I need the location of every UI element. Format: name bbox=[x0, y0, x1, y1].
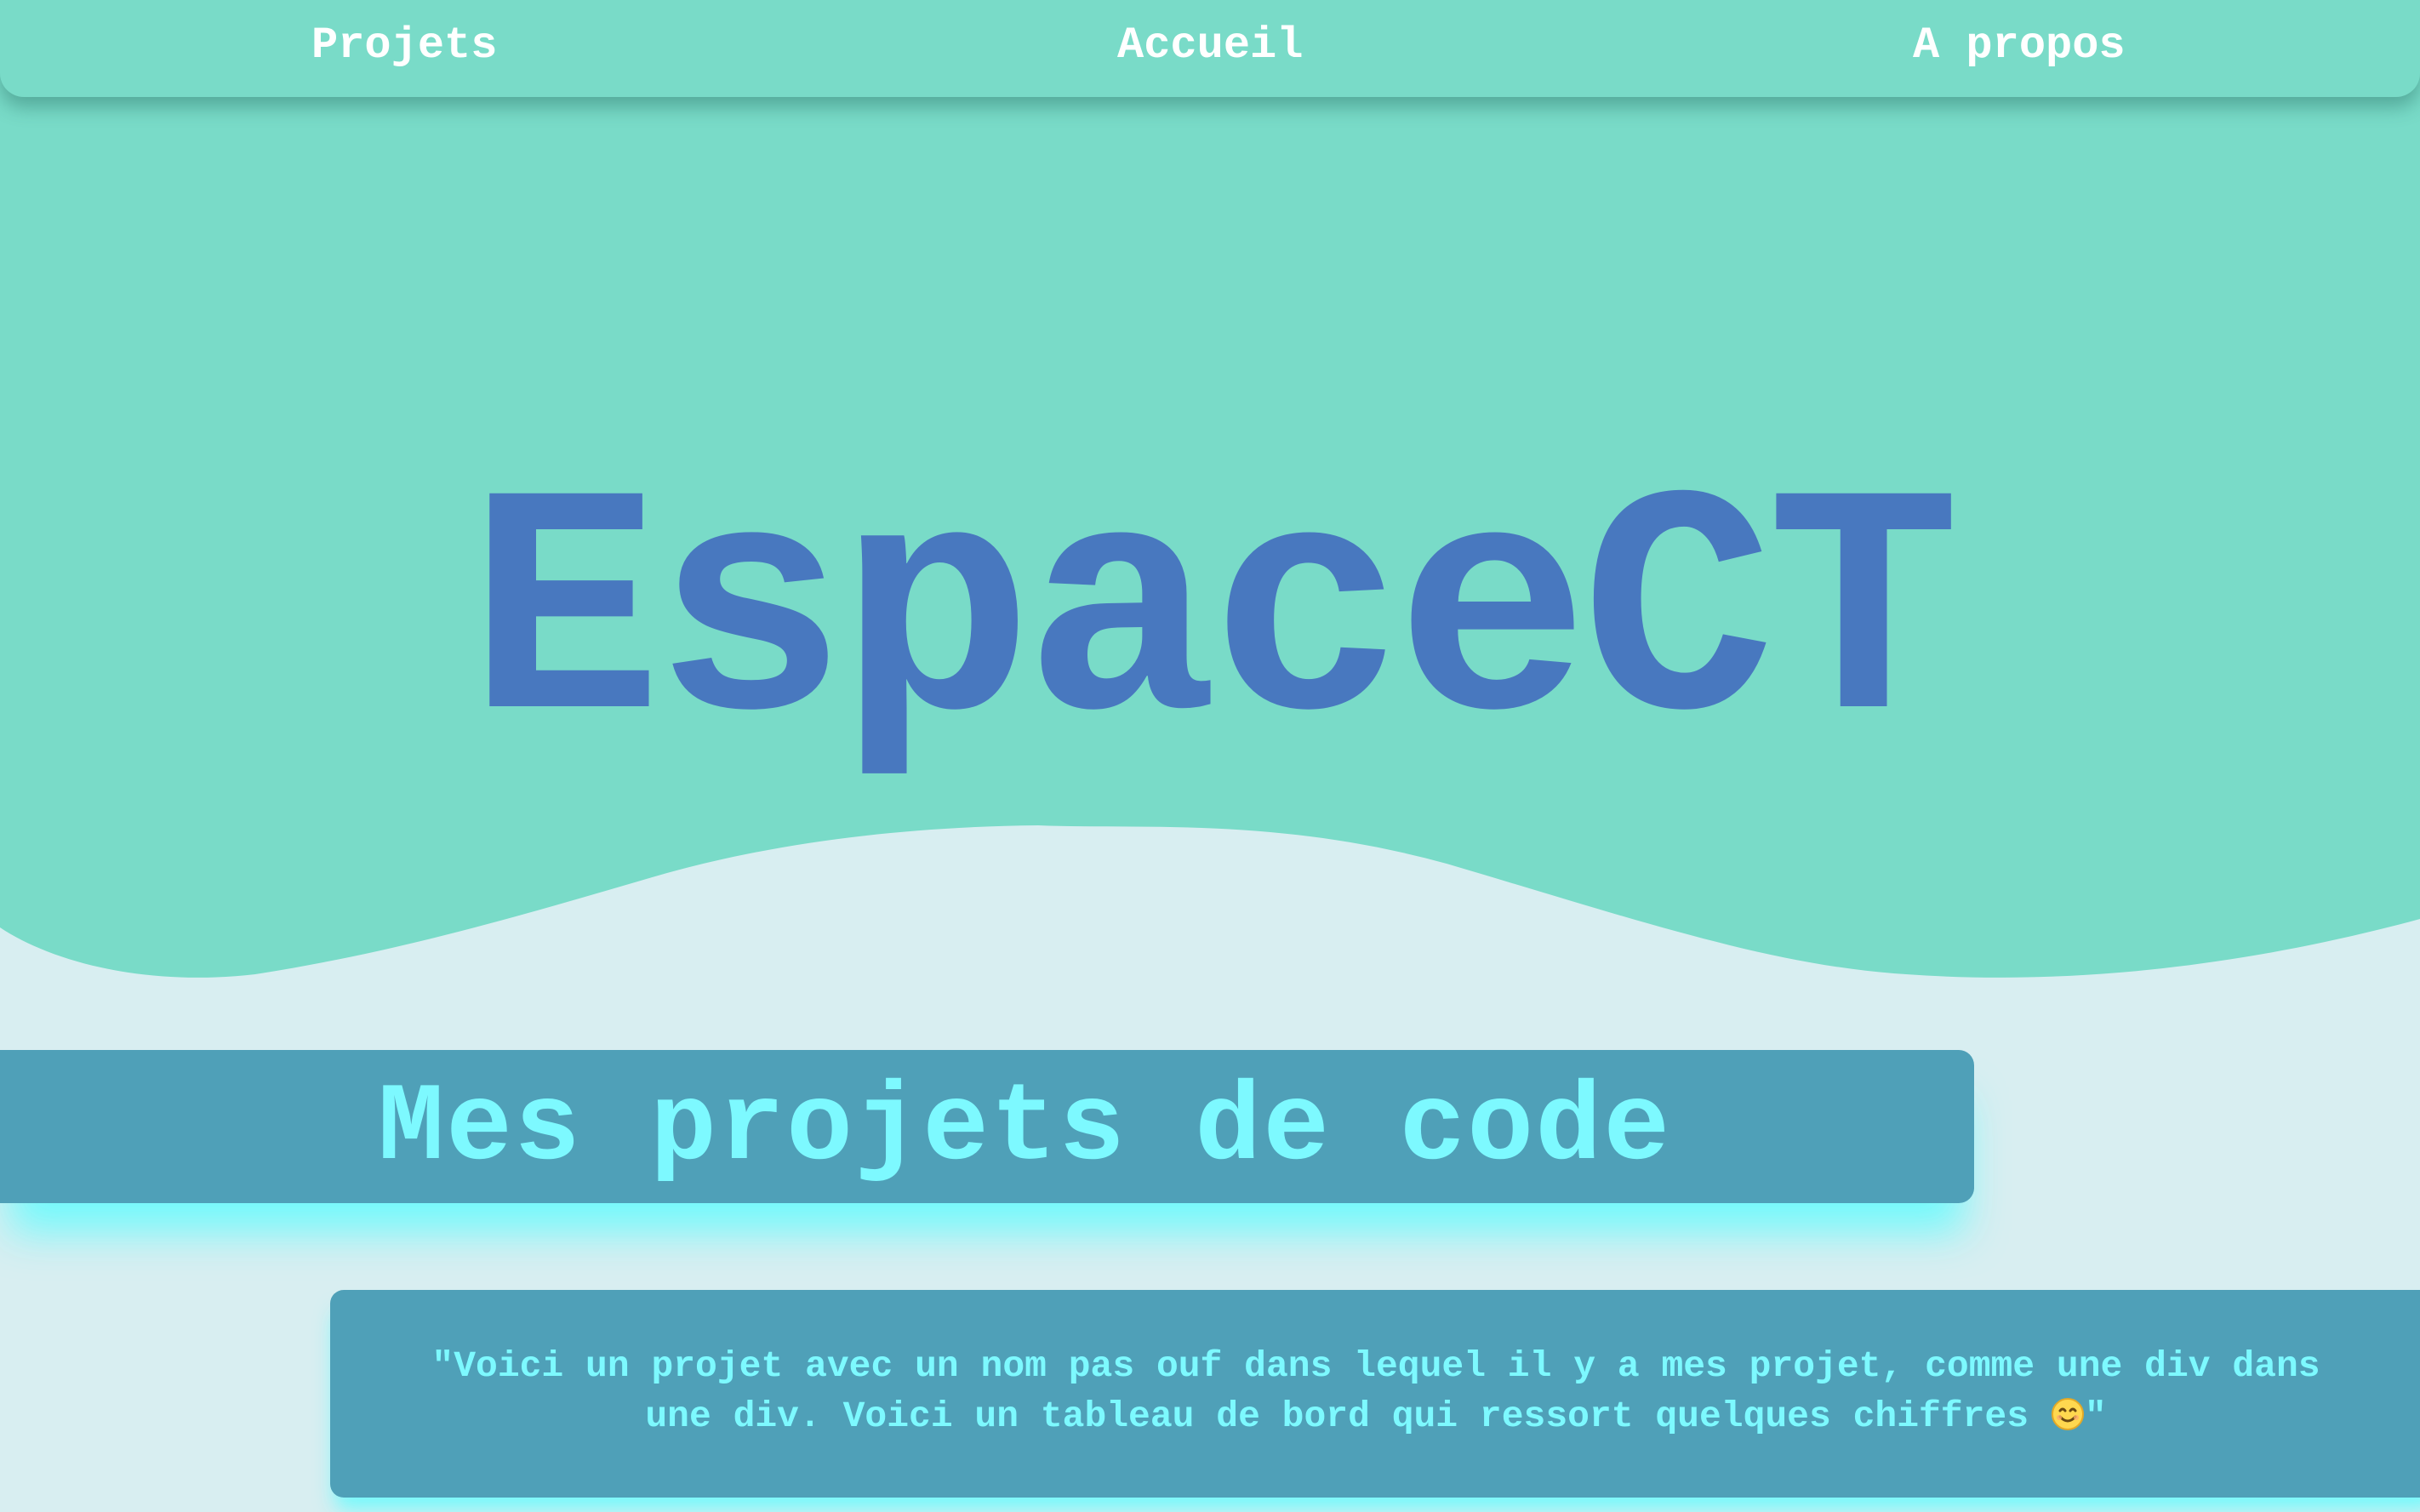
intro-quote-line-1: "Voici un projet avec un nom pas ouf dan… bbox=[431, 1345, 2320, 1387]
nav-a-propos-link[interactable]: A propos bbox=[1913, 20, 2126, 71]
nav-projets-link[interactable]: Projets bbox=[311, 20, 497, 71]
page: Projets Accueil A propos EspaceCT Mes pr… bbox=[0, 0, 2420, 1512]
projects-heading: Mes projets de code bbox=[378, 1067, 1672, 1192]
intro-quote-card: "Voici un projet avec un nom pas ouf dan… bbox=[330, 1290, 2420, 1498]
nav-accueil-link[interactable]: Accueil bbox=[1117, 20, 1303, 71]
intro-quote-end: " bbox=[2084, 1395, 2107, 1437]
site-title: EspaceCT bbox=[467, 437, 1961, 804]
intro-quote-text: "Voici un projet avec un nom pas ouf dan… bbox=[356, 1341, 2396, 1441]
intro-quote-line-2: une div. Voici un tableau de bord qui re… bbox=[645, 1395, 2051, 1437]
top-navbar: Projets Accueil A propos bbox=[0, 0, 2420, 97]
projects-heading-banner: Mes projets de code bbox=[0, 1050, 1974, 1203]
smiling-face-icon bbox=[2051, 1398, 2084, 1430]
